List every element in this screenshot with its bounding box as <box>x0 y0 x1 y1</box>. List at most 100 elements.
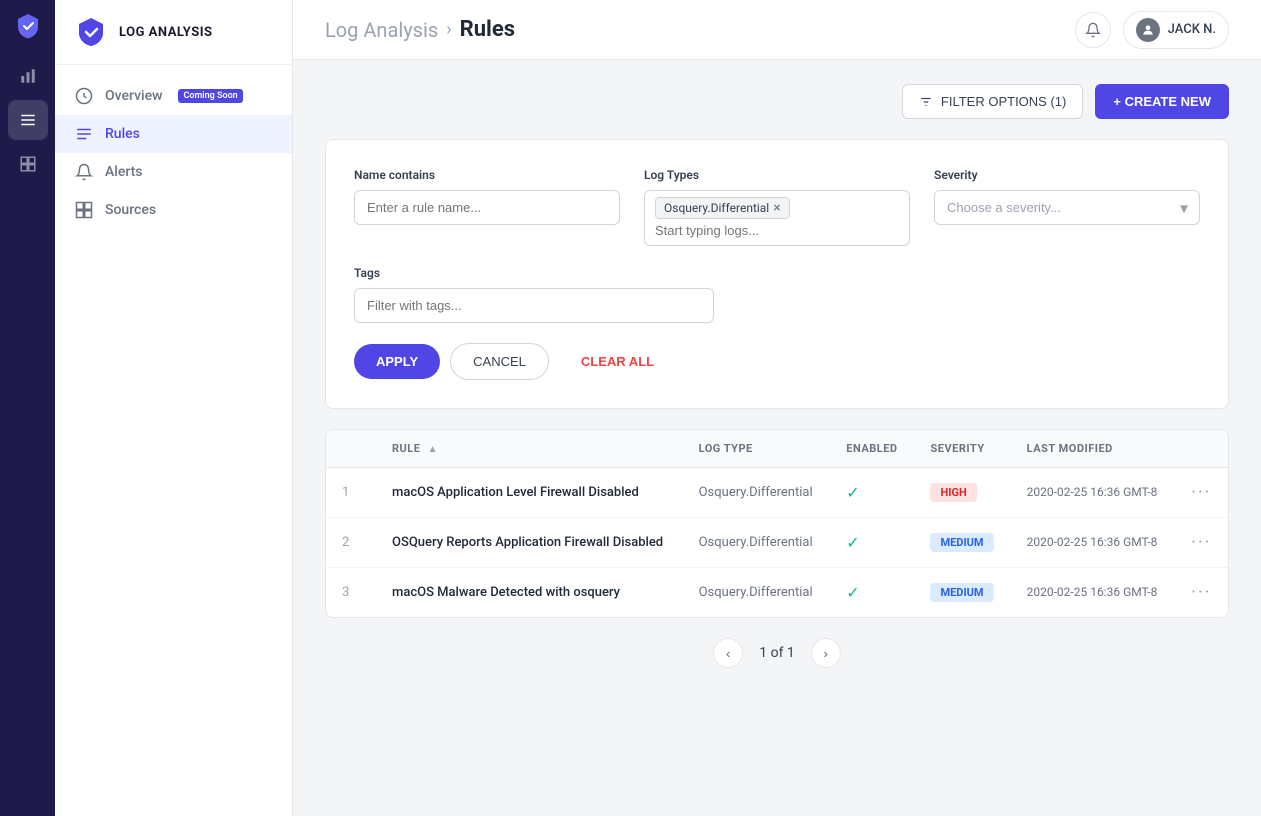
log-type-input[interactable] <box>655 223 899 238</box>
col-actions <box>1175 430 1228 468</box>
pagination-of: of 1 <box>771 645 795 661</box>
filter-severity-field: Severity Choose a severity... HIGH MEDIU… <box>934 168 1200 246</box>
user-avatar <box>1136 18 1160 42</box>
sidebar-item-rules[interactable]: Rules <box>55 115 292 153</box>
table-row: 2 OSQuery Reports Application Firewall D… <box>326 518 1228 568</box>
chip-close-icon[interactable]: × <box>773 200 780 216</box>
rules-table: RULE ▲ LOG TYPE ENABLED SEVERITY LAST MO… <box>325 429 1229 618</box>
filter-tags-input[interactable] <box>354 288 714 323</box>
cell-modified: 2020-02-25 16:36 GMT-8 <box>1011 518 1176 568</box>
pagination-prev[interactable]: ‹ <box>713 638 743 668</box>
sidebar-item-overview[interactable]: Overview Coming Soon <box>55 77 292 115</box>
log-type-chip: Osquery.Differential × <box>655 197 899 219</box>
more-options-button[interactable]: ··· <box>1191 582 1211 603</box>
cell-num: 3 <box>326 568 376 618</box>
filter-btn-label: FILTER OPTIONS (1) <box>941 94 1066 109</box>
cell-more[interactable]: ··· <box>1175 468 1228 518</box>
col-rule-label: RULE <box>392 442 420 455</box>
sidebar: LOG ANALYSIS Overview Coming Soon Rules … <box>55 0 293 816</box>
header-right: JACK N. <box>1075 11 1229 49</box>
filter-tags-label: Tags <box>354 266 1200 280</box>
sidebar-item-sources[interactable]: Sources <box>55 191 292 229</box>
app-logo <box>14 12 42 44</box>
cell-enabled: ✓ <box>830 568 914 618</box>
filter-name-input[interactable] <box>354 190 620 225</box>
cell-severity: MEDIUM <box>914 518 1010 568</box>
filter-grid: Name contains Log Types Osquery.Differen… <box>354 168 1200 246</box>
sidebar-item-alerts[interactable]: Alerts <box>55 153 292 191</box>
breadcrumb-parent: Log Analysis <box>325 18 438 42</box>
cell-enabled: ✓ <box>830 518 914 568</box>
log-types-container[interactable]: Osquery.Differential × <box>644 190 910 246</box>
left-icon-bar <box>0 0 55 816</box>
more-options-button[interactable]: ··· <box>1191 482 1211 503</box>
col-logtype: LOG TYPE <box>683 430 831 468</box>
cell-rule: macOS Application Level Firewall Disable… <box>376 468 683 518</box>
table-header-row: RULE ▲ LOG TYPE ENABLED SEVERITY LAST MO… <box>326 430 1228 468</box>
pagination-info: 1 of 1 <box>759 645 795 661</box>
breadcrumb-current: Rules <box>460 17 515 42</box>
leftbar-analytics[interactable] <box>8 56 48 96</box>
filter-actions: APPLY CANCEL CLEAR ALL <box>354 343 1200 380</box>
sidebar-nav: Overview Coming Soon Rules Alerts Source… <box>55 65 292 816</box>
chip-text: Osquery.Differential <box>664 201 769 215</box>
user-name: JACK N. <box>1168 22 1216 37</box>
notifications-button[interactable] <box>1075 12 1111 48</box>
cell-logtype: Osquery.Differential <box>683 468 831 518</box>
create-btn-label: + CREATE NEW <box>1113 94 1211 109</box>
cell-logtype: Osquery.Differential <box>683 568 831 618</box>
col-num <box>326 430 376 468</box>
col-rule[interactable]: RULE ▲ <box>376 430 683 468</box>
create-new-button[interactable]: + CREATE NEW <box>1095 84 1229 119</box>
pagination: ‹ 1 of 1 › <box>325 618 1229 688</box>
sidebar-header: LOG ANALYSIS <box>55 0 292 65</box>
clear-all-button[interactable]: CLEAR ALL <box>559 344 676 379</box>
toolbar: FILTER OPTIONS (1) + CREATE NEW <box>325 84 1229 119</box>
cell-enabled: ✓ <box>830 468 914 518</box>
app-title: LOG ANALYSIS <box>119 25 213 40</box>
coming-soon-badge: Coming Soon <box>178 89 242 103</box>
col-severity: SEVERITY <box>914 430 1010 468</box>
cell-severity: MEDIUM <box>914 568 1010 618</box>
leftbar-sources[interactable] <box>8 144 48 184</box>
filter-logtypes-field: Log Types Osquery.Differential × <box>644 168 910 246</box>
table-row: 1 macOS Application Level Firewall Disab… <box>326 468 1228 518</box>
cell-more[interactable]: ··· <box>1175 568 1228 618</box>
cell-num: 1 <box>326 468 376 518</box>
more-options-button[interactable]: ··· <box>1191 532 1211 553</box>
table-row: 3 macOS Malware Detected with osquery Os… <box>326 568 1228 618</box>
cell-rule: OSQuery Reports Application Firewall Dis… <box>376 518 683 568</box>
leftbar-rules[interactable] <box>8 100 48 140</box>
severity-select[interactable]: Choose a severity... HIGH MEDIUM LOW <box>934 190 1200 225</box>
sort-icon: ▲ <box>428 444 438 455</box>
sidebar-rules-label: Rules <box>105 126 140 142</box>
sidebar-alerts-label: Alerts <box>105 164 143 180</box>
severity-container: Choose a severity... HIGH MEDIUM LOW ▾ <box>934 190 1200 225</box>
pagination-next[interactable]: › <box>811 638 841 668</box>
col-enabled: ENABLED <box>830 430 914 468</box>
page-header: Log Analysis › Rules JACK N. <box>293 0 1261 60</box>
cell-severity: HIGH <box>914 468 1010 518</box>
filter-logtypes-label: Log Types <box>644 168 910 182</box>
cell-more[interactable]: ··· <box>1175 518 1228 568</box>
filter-name-label: Name contains <box>354 168 620 182</box>
filter-severity-label: Severity <box>934 168 1200 182</box>
filter-options-button[interactable]: FILTER OPTIONS (1) <box>902 84 1083 119</box>
sidebar-sources-label: Sources <box>105 202 156 218</box>
filter-name-field: Name contains <box>354 168 620 246</box>
filter-tags-row: Tags <box>354 266 1200 323</box>
cell-num: 2 <box>326 518 376 568</box>
sidebar-overview-label: Overview <box>105 88 162 104</box>
filter-panel: Name contains Log Types Osquery.Differen… <box>325 139 1229 409</box>
cell-modified: 2020-02-25 16:36 GMT-8 <box>1011 468 1176 518</box>
breadcrumb-separator: › <box>446 19 451 40</box>
apply-button[interactable]: APPLY <box>354 344 440 379</box>
user-menu-button[interactable]: JACK N. <box>1123 11 1229 49</box>
cell-modified: 2020-02-25 16:36 GMT-8 <box>1011 568 1176 618</box>
cell-rule: macOS Malware Detected with osquery <box>376 568 683 618</box>
cancel-button[interactable]: CANCEL <box>450 343 549 380</box>
breadcrumb: Log Analysis › Rules <box>325 17 515 42</box>
pagination-current: 1 <box>759 645 767 661</box>
col-modified: LAST MODIFIED <box>1011 430 1176 468</box>
cell-logtype: Osquery.Differential <box>683 518 831 568</box>
